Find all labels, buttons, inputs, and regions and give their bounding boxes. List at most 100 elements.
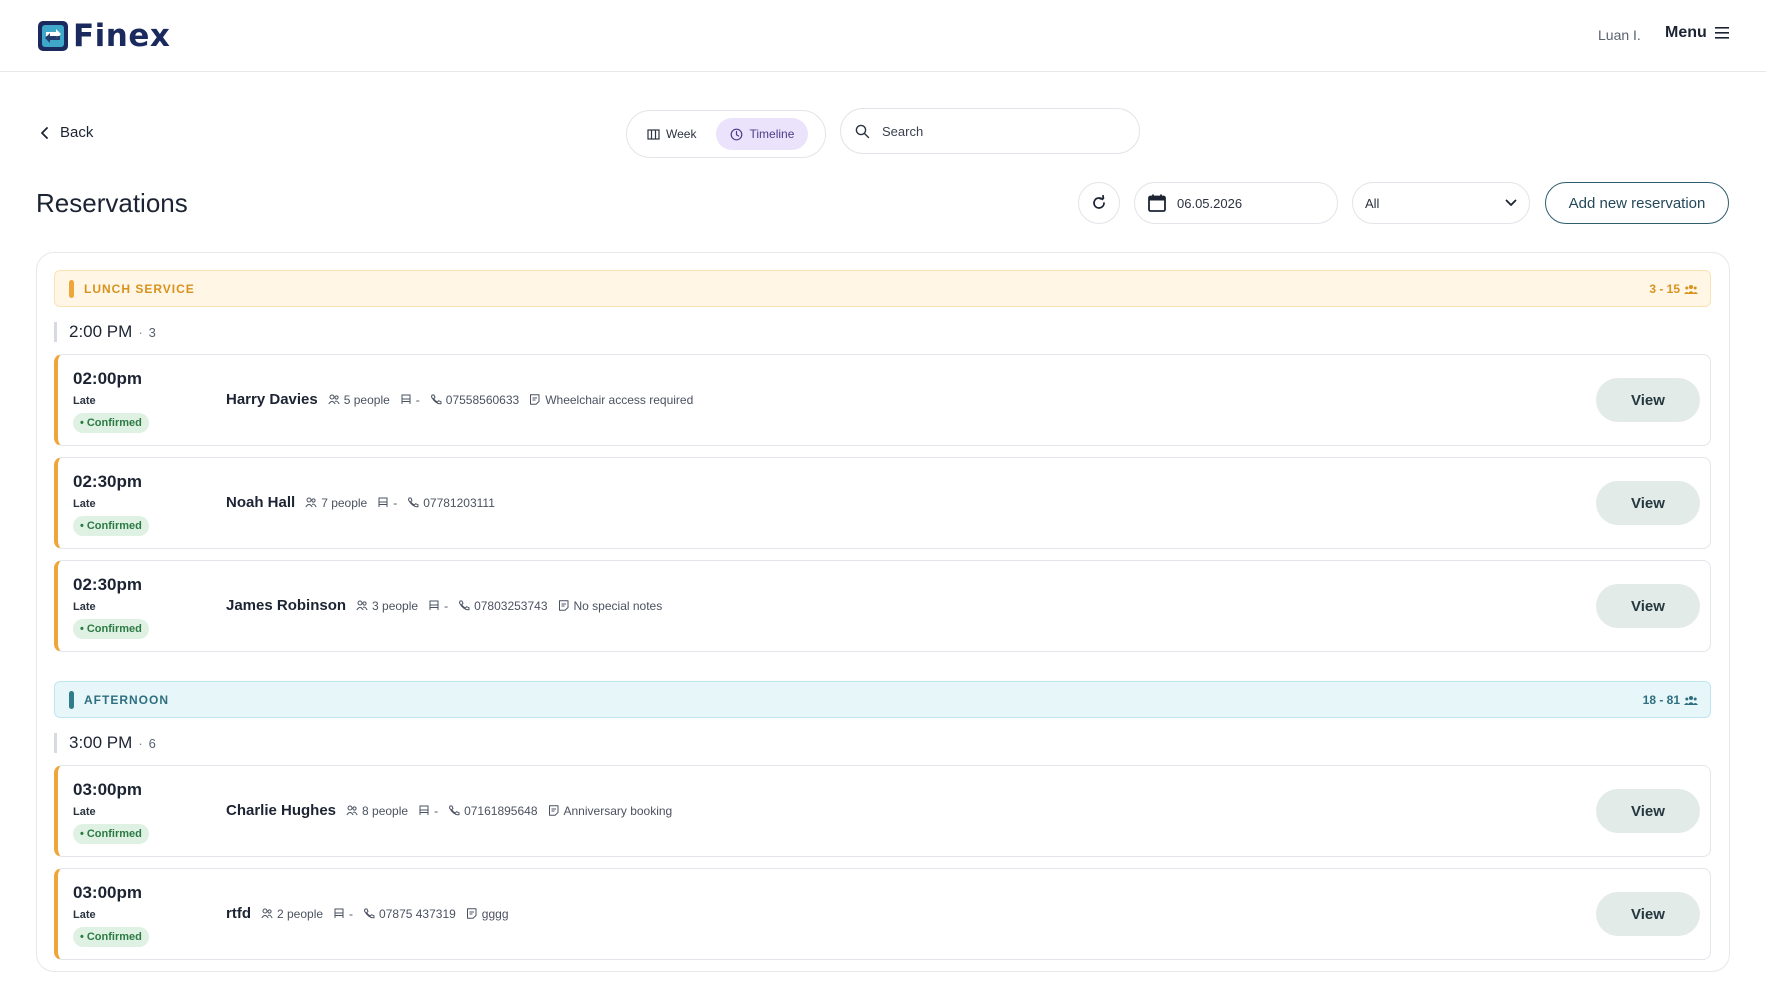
refresh-icon <box>1093 195 1105 209</box>
service-name: AFTERNOON <box>84 692 169 707</box>
add-reservation-button[interactable]: Add new reservation <box>1545 182 1729 224</box>
reservation-time: 02:00pm <box>73 369 142 388</box>
back-label: Back <box>60 124 94 141</box>
guest-name: Noah Hall <box>226 494 296 511</box>
phone-number: 07875 437319 <box>363 907 456 921</box>
service-count: 3 - 15 <box>1649 281 1680 296</box>
date-value: 06.05.2026 <box>1177 195 1243 211</box>
hamburger-icon <box>1714 27 1729 39</box>
reservation-note: No special notes <box>558 599 662 613</box>
phone-icon <box>459 600 470 611</box>
note-icon <box>548 805 558 816</box>
time-slot-header: 3:00 PM · 6 <box>54 733 156 753</box>
service-header-lunch[interactable]: LUNCH SERVICE 3 - 15 <box>54 270 1711 307</box>
service-header-afternoon[interactable]: AFTERNOON 18 - 81 <box>54 681 1711 718</box>
phone-number: 07781203111 <box>407 496 495 510</box>
reservation-info: Noah Hall 7 people - 07781203111 <box>226 494 495 511</box>
reservation-time: 02:30pm <box>73 575 142 594</box>
view-toggle: Week Timeline <box>626 110 826 158</box>
phone-number: 07803253743 <box>458 599 548 613</box>
guest-name: Charlie Hughes <box>226 802 337 819</box>
phone-icon <box>430 394 442 405</box>
people-group-icon <box>1684 284 1698 294</box>
menu-button[interactable]: Menu <box>1665 24 1729 42</box>
status-badge: • Confirmed <box>73 927 149 947</box>
table-info: - <box>418 804 438 818</box>
top-bar: Finex Luan I. Menu <box>0 0 1766 72</box>
date-picker[interactable]: 06.05.2026 <box>1134 182 1338 224</box>
logo[interactable]: Finex <box>37 18 170 54</box>
time-slot-count: 3 <box>148 324 156 340</box>
menu-label: Menu <box>1665 24 1707 41</box>
service-count: 18 - 81 <box>1642 692 1680 707</box>
timeline-view-label: Timeline <box>749 127 795 141</box>
filter-select[interactable]: All <box>1352 182 1530 224</box>
party-size: 7 people <box>305 496 367 510</box>
view-button[interactable]: View <box>1596 789 1700 833</box>
guest-name: Harry Davies <box>226 391 318 408</box>
time-slot-count: 6 <box>148 735 156 751</box>
late-label: Late <box>73 498 96 510</box>
late-label: Late <box>73 601 96 613</box>
chevron-down-icon <box>1505 199 1517 206</box>
back-button[interactable]: Back <box>40 124 93 141</box>
note-icon <box>530 394 540 405</box>
refresh-button[interactable] <box>1078 182 1120 224</box>
chair-icon <box>401 394 411 404</box>
view-button[interactable]: View <box>1596 378 1700 422</box>
table-info: - <box>333 907 353 921</box>
reservation-time: 02:30pm <box>73 472 142 491</box>
chair-icon <box>334 908 344 918</box>
table-info: - <box>377 496 397 510</box>
time-slot-header: 2:00 PM · 3 <box>54 322 156 342</box>
late-label: Late <box>73 395 96 407</box>
reservations-panel: LUNCH SERVICE 3 - 15 2:00 PM · 3 02:00pm… <box>36 252 1730 972</box>
reservation-note: gggg <box>466 907 509 921</box>
service-marker <box>69 279 74 298</box>
time-slot-label: 2:00 PM <box>69 322 133 341</box>
guest-name: rtfd <box>226 905 251 922</box>
reservation-info: James Robinson 3 people - 07803253743 No… <box>226 597 662 614</box>
search-input[interactable] <box>882 123 1122 139</box>
timeline-view-button[interactable]: Timeline <box>716 118 809 150</box>
phone-icon <box>449 805 460 816</box>
party-size: 8 people <box>346 804 408 818</box>
status-badge: • Confirmed <box>73 413 149 433</box>
table-info: - <box>400 393 420 407</box>
time-slot-label: 3:00 PM <box>69 733 133 752</box>
week-view-button[interactable]: Week <box>633 118 710 150</box>
reservation-card[interactable]: 02:30pm Late • Confirmed Noah Hall 7 peop… <box>54 457 1711 549</box>
people-group-icon <box>1684 695 1698 705</box>
table-info: - <box>428 599 448 613</box>
reservation-time: 03:00pm <box>73 780 142 799</box>
status-badge: • Confirmed <box>73 516 149 536</box>
people-icon <box>356 600 368 611</box>
note-icon <box>558 600 568 611</box>
party-size: 5 people <box>328 393 390 407</box>
service-marker <box>69 690 74 709</box>
logo-text: Finex <box>73 18 171 54</box>
chevron-left-icon <box>41 126 48 139</box>
view-button[interactable]: View <box>1596 584 1700 628</box>
clock-icon <box>731 128 743 140</box>
view-button[interactable]: View <box>1596 481 1700 525</box>
reservation-card[interactable]: 03:00pm Late • Confirmed Charlie Hughes 8… <box>54 765 1711 857</box>
grid-icon <box>647 128 660 140</box>
logo-mark-icon <box>38 21 68 51</box>
people-icon <box>305 497 317 508</box>
user-name[interactable]: Luan I. <box>1598 27 1641 43</box>
view-button[interactable]: View <box>1596 892 1700 936</box>
party-size: 3 people <box>356 599 418 613</box>
reservation-card[interactable]: 02:00pm Late • Confirmed Harry Davies 5 p… <box>54 354 1711 446</box>
reservation-card[interactable]: 02:30pm Late • Confirmed James Robinson 3… <box>54 560 1711 652</box>
party-size: 2 people <box>261 907 323 921</box>
chair-icon <box>378 497 388 507</box>
filter-value: All <box>1365 195 1380 211</box>
phone-icon <box>408 497 419 508</box>
reservation-info: rtfd 2 people - 07875 437319 gggg <box>226 905 509 922</box>
reservation-card[interactable]: 03:00pm Late • Confirmed rtfd 2 people - … <box>54 868 1711 960</box>
reservation-note: Anniversary booking <box>548 804 672 818</box>
people-icon <box>328 394 340 405</box>
late-label: Late <box>73 806 96 818</box>
note-icon <box>466 908 477 919</box>
